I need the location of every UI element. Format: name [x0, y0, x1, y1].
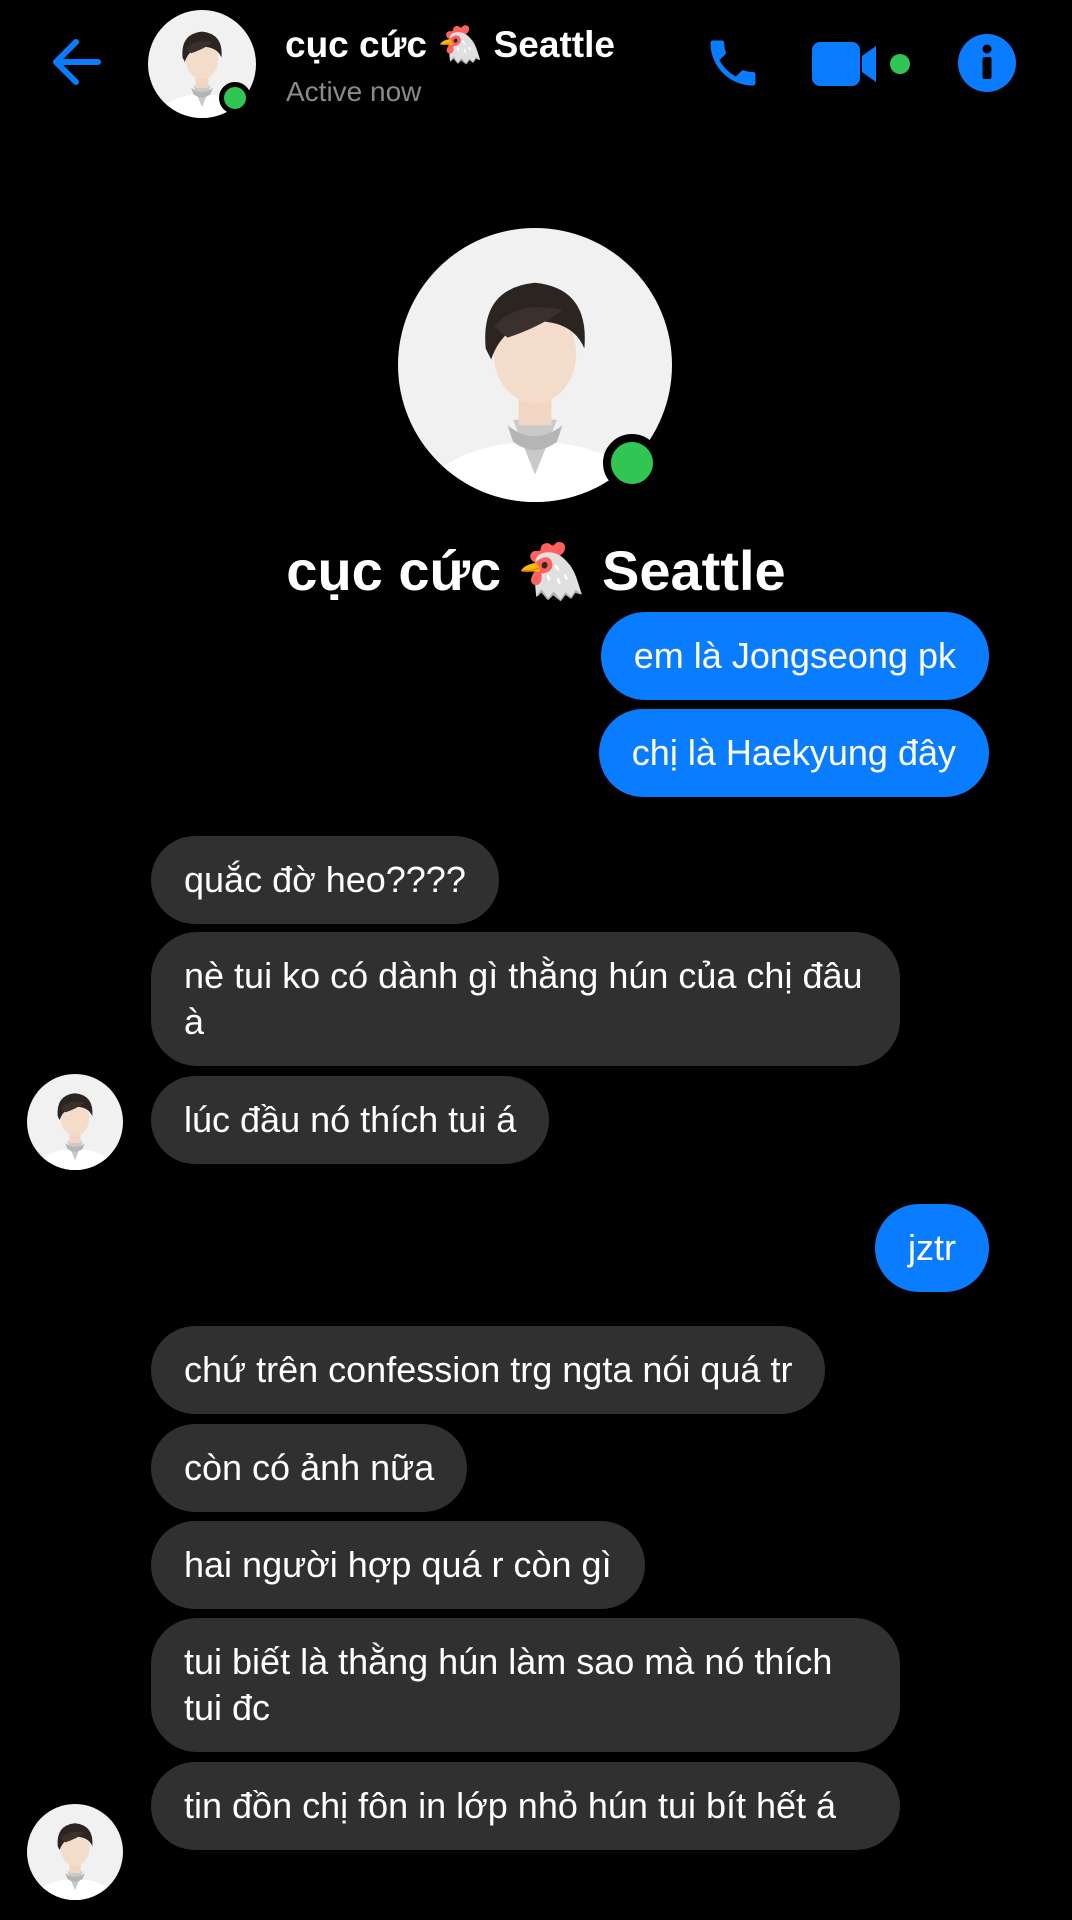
voice-call-button[interactable]: [700, 30, 766, 96]
message-outgoing[interactable]: em là Jongseong pk: [600, 612, 989, 700]
online-indicator: [219, 82, 251, 114]
message-incoming[interactable]: tin đồn chị fôn in lớp nhỏ hún tui bít h…: [151, 1762, 900, 1850]
phone-icon: [710, 40, 756, 86]
active-status: Active now: [286, 76, 422, 107]
info-icon: [958, 34, 1016, 92]
contact-name[interactable]: cục cức 🐔 Seattle: [285, 24, 615, 67]
message-incoming[interactable]: hai người hợp quá r còn gì: [151, 1521, 645, 1609]
message-outgoing[interactable]: chị là Haekyung đây: [598, 709, 989, 797]
conversation-header: cục cức 🐔 Seattle Active now: [0, 0, 1072, 130]
back-button[interactable]: [44, 30, 108, 94]
info-button[interactable]: [956, 32, 1018, 94]
message-incoming[interactable]: còn có ảnh nữa: [151, 1424, 468, 1512]
message-incoming[interactable]: lúc đầu nó thích tui á: [151, 1076, 550, 1164]
video-camera-icon: [812, 42, 910, 86]
sender-avatar[interactable]: [27, 1074, 123, 1170]
message-incoming[interactable]: quắc đờ heo????: [151, 836, 499, 924]
sender-avatar[interactable]: [27, 1804, 123, 1900]
message-incoming[interactable]: tui biết là thằng hún làm sao mà nó thíc…: [151, 1618, 900, 1752]
video-call-button[interactable]: [808, 34, 918, 94]
arrow-left-icon: [53, 39, 101, 85]
profile-name: cục cức 🐔 Seattle: [286, 539, 786, 602]
profile-online-indicator: [603, 434, 661, 492]
message-incoming[interactable]: nè tui ko có dành gì thằng hún của chị đ…: [151, 932, 900, 1066]
message-incoming[interactable]: chứ trên confession trg ngta nói quá tr: [151, 1326, 826, 1414]
message-outgoing[interactable]: jztr: [875, 1204, 989, 1292]
